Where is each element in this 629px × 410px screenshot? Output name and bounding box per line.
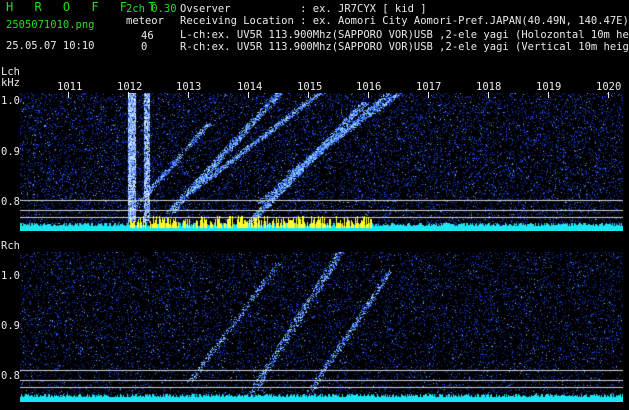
rch-info-line: R-ch:ex. UV5R 113.900Mhz(SAPPORO VOR)USB… [180, 41, 629, 53]
filename-label: 2505071010.png [6, 19, 95, 31]
lch-ytick-0-9: 0.9 [1, 146, 20, 158]
rch-ytick-0-9: 0.9 [1, 320, 20, 332]
xtick-1011: 1011 [57, 81, 83, 93]
x-axis-tick [188, 92, 189, 98]
rch-count: 0 [141, 41, 148, 53]
rch-channel-label: Rch [1, 240, 20, 252]
lch-unit-label: kHz [1, 77, 20, 89]
location-line: Receiving Location : ex. Aomori City Aom… [180, 15, 629, 27]
observer-line: Ovserver : ex. JR7CYX [ kid ] [180, 3, 427, 15]
lch-ytick-0-8: 0.8 [1, 196, 20, 208]
x-axis-tick [308, 92, 309, 98]
x-axis-tick [608, 92, 609, 98]
x-axis-tick [488, 92, 489, 98]
xtick-1012: 1012 [117, 81, 143, 93]
lch-ytick-1-0: 1.0 [1, 95, 20, 107]
rch-ytick-1-0: 1.0 [1, 270, 20, 282]
lch-spectrogram [20, 93, 623, 231]
x-axis-tick [128, 92, 129, 98]
x-axis-tick [548, 92, 549, 98]
rch-spectrogram [20, 252, 623, 402]
x-axis-tick [368, 92, 369, 98]
rch-waterfall-canvas [20, 252, 623, 402]
version-label: 2ch 0.30 [126, 3, 177, 15]
xtick-1014: 1014 [237, 81, 263, 93]
xtick-1015: 1015 [297, 81, 323, 93]
datetime-label: 25.05.07 10:10 [6, 40, 95, 52]
rch-ytick-0-8: 0.8 [1, 370, 20, 382]
x-axis-tick [68, 92, 69, 98]
lch-waterfall-canvas [20, 93, 623, 231]
x-axis-tick [428, 92, 429, 98]
lch-info-line: L-ch:ex. UV5R 113.900Mhz(SAPPORO VOR)USB… [180, 29, 629, 41]
x-axis-tick [248, 92, 249, 98]
mode-label: meteor [126, 15, 164, 27]
